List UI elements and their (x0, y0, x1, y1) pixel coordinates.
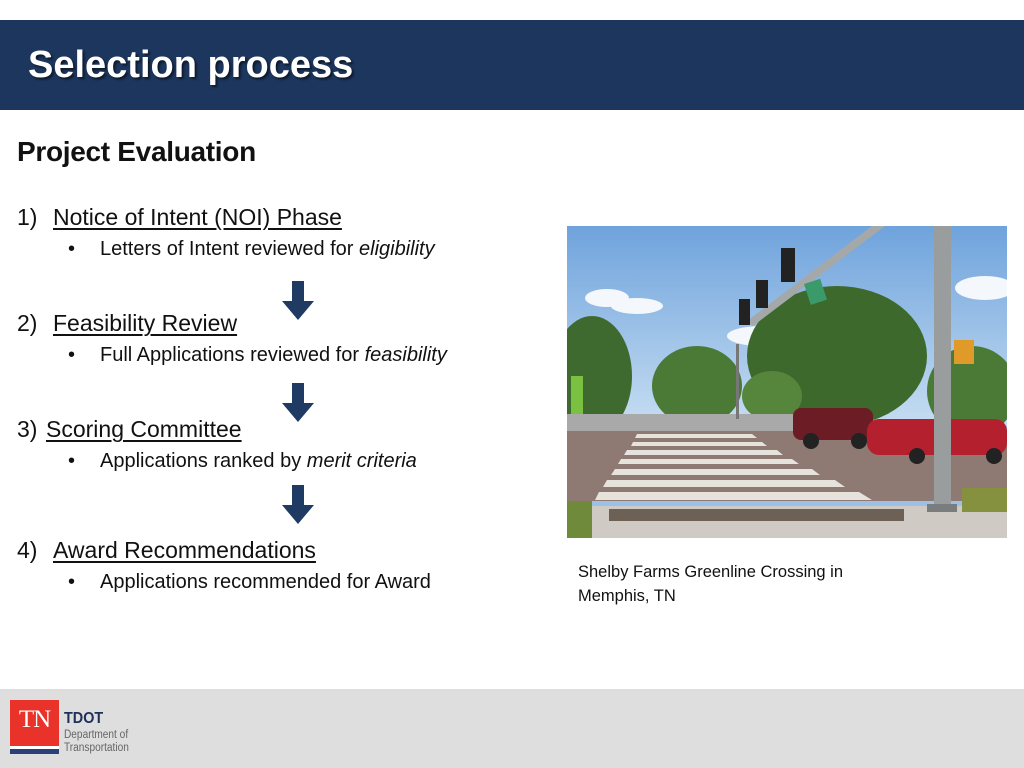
detail-text: Letters of Intent reviewed for (100, 238, 360, 260)
wheel (909, 448, 925, 464)
utility-pole (736, 344, 739, 419)
photo-caption: Shelby Farms Greenline Crossing in Memph… (578, 560, 843, 608)
org-name-line-2: Transportation (64, 742, 129, 754)
grass (567, 501, 592, 538)
tree (742, 371, 802, 421)
wheel (986, 448, 1002, 464)
traffic-light (756, 280, 768, 308)
tn-logo-text: TN (18, 706, 51, 733)
crosswalk-photo (567, 226, 1007, 538)
wheel (851, 433, 867, 449)
bullet-icon: • (68, 238, 76, 260)
step-number: 2) (17, 310, 38, 336)
org-name-line-1: Department of (64, 729, 129, 741)
step-title: Award Recommendations (53, 537, 316, 563)
detail-emphasis: feasibility (364, 344, 447, 366)
caption-line-1: Shelby Farms Greenline Crossing in (578, 563, 844, 581)
detail-emphasis: eligibility (359, 238, 435, 260)
tactile-warning-pad (609, 509, 904, 521)
signal-pole (934, 226, 951, 508)
caption-line-2: Memphis, TN (578, 587, 676, 605)
crosswalk-illustration (567, 226, 1007, 538)
logo-stripe (10, 749, 59, 754)
step-title: Notice of Intent (NOI) Phase (53, 204, 342, 230)
greenline-sign (571, 376, 583, 414)
bullet-icon: • (68, 571, 76, 593)
arrow-down-icon (282, 383, 314, 422)
step-number: 3) (17, 416, 38, 442)
pedestrian-signal (954, 340, 974, 364)
step-title: Scoring Committee (46, 416, 242, 442)
step-detail: Applications ranked by merit criteria (100, 450, 417, 473)
step-detail: Applications recommended for Award (100, 571, 431, 594)
detail-text: Applications recommended for Award (100, 571, 431, 593)
bullet-icon: • (68, 344, 76, 366)
step-number: 4) (17, 537, 38, 563)
traffic-light (781, 248, 795, 282)
detail-text: Full Applications reviewed for (100, 344, 365, 366)
arrow-down-icon (282, 485, 314, 524)
step-detail: Letters of Intent reviewed for eligibili… (100, 238, 435, 261)
traffic-light (739, 299, 750, 325)
section-heading: Project Evaluation (17, 136, 256, 167)
step-number: 1) (17, 204, 38, 230)
wheel (803, 433, 819, 449)
pole-base (927, 504, 957, 512)
grass (962, 488, 1007, 512)
cloud (611, 298, 663, 314)
footer (0, 689, 1024, 768)
detail-text: Applications ranked by (100, 450, 307, 472)
step-detail: Full Applications reviewed for feasibili… (100, 344, 447, 367)
slide-title: Selection process (28, 44, 354, 86)
bullet-icon: • (68, 450, 76, 472)
org-short-name: TDOT (64, 710, 104, 727)
arrow-down-icon (282, 281, 314, 320)
detail-emphasis: merit criteria (306, 450, 417, 472)
step-title: Feasibility Review (53, 310, 238, 336)
